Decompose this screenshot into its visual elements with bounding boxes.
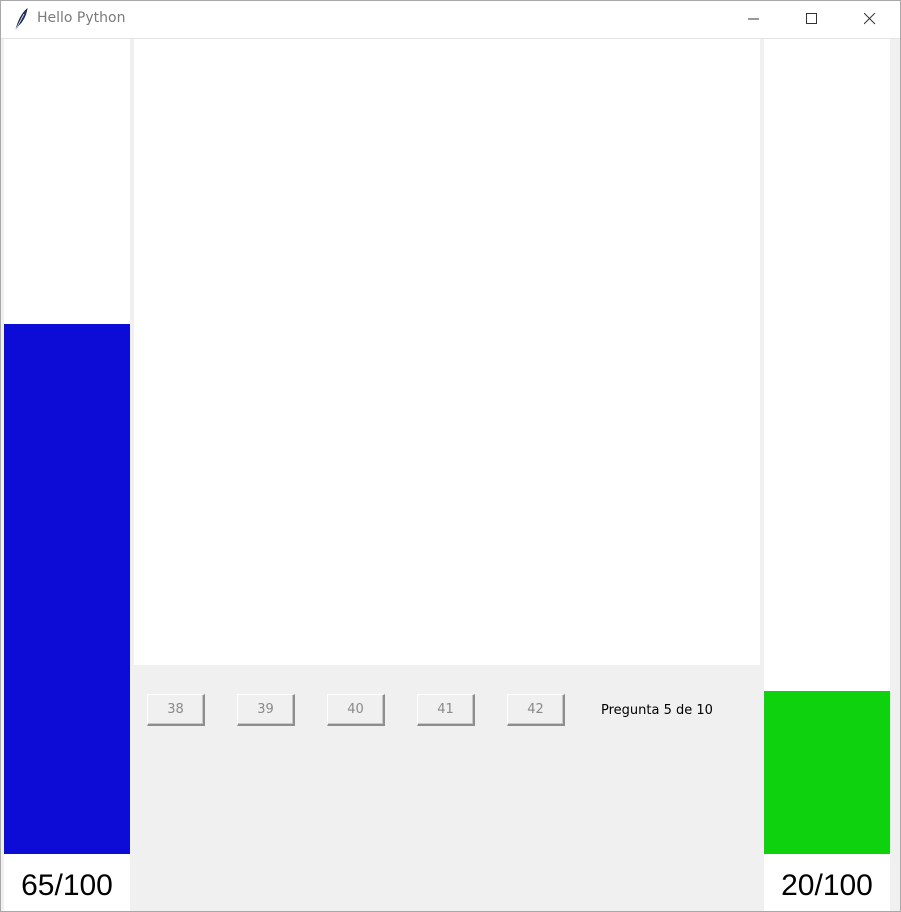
main-canvas (134, 39, 760, 665)
close-button[interactable] (847, 1, 893, 38)
minimize-icon (748, 18, 759, 20)
maximize-button[interactable] (789, 1, 835, 38)
left-score-panel: 65/100 (4, 39, 130, 911)
right-score-label: 20/100 (781, 869, 873, 902)
feather-icon (15, 8, 28, 30)
minimize-button[interactable] (731, 1, 777, 38)
answer-button-4[interactable]: 41 (417, 694, 475, 726)
maximize-icon (806, 13, 817, 24)
app-window: Hello Python 65/100 38 39 40 41 42 Pregu… (0, 0, 901, 912)
answer-button-2[interactable]: 39 (237, 694, 295, 726)
right-meter-track (764, 39, 890, 854)
answer-button-3[interactable]: 40 (327, 694, 385, 726)
title-bar[interactable]: Hello Python (1, 1, 900, 39)
left-meter-track (4, 39, 130, 854)
question-counter: Pregunta 5 de 10 (601, 703, 713, 718)
answer-button-1[interactable]: 38 (147, 694, 205, 726)
answer-controls: 38 39 40 41 42 Pregunta 5 de 10 (134, 665, 760, 911)
right-score-panel: 20/100 (764, 39, 890, 911)
left-score-label: 65/100 (21, 869, 113, 902)
window-title: Hello Python (37, 10, 126, 26)
right-meter-fill (764, 691, 890, 854)
close-icon (864, 13, 876, 25)
answer-button-5[interactable]: 42 (507, 694, 565, 726)
left-meter-fill (4, 324, 130, 854)
